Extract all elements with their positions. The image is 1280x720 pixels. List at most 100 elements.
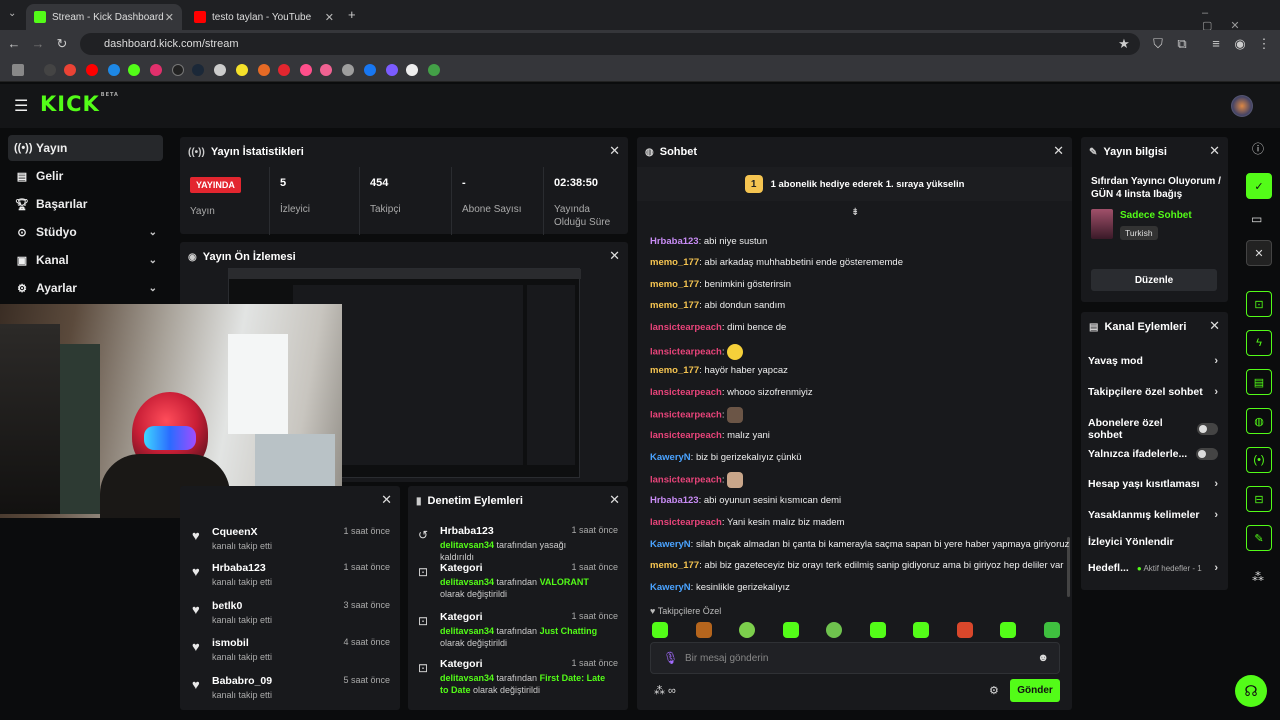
- action-account-age[interactable]: Hesap yaşı kısıtlaması ›: [1088, 478, 1218, 490]
- emote-icon[interactable]: [652, 622, 668, 638]
- chat-username[interactable]: Hrbaba123: [650, 236, 699, 247]
- sub-gift-banner[interactable]: 1 1 abonelik hediye ederek 1. sıraya yük…: [637, 167, 1072, 201]
- bookmark-icon[interactable]: [386, 64, 398, 76]
- sidebar-item-kanal[interactable]: ▣ Kanal ⌄: [8, 247, 163, 273]
- hamburger-icon[interactable]: ☰: [14, 96, 28, 116]
- bookmark-icon[interactable]: [128, 64, 140, 76]
- bookmark-star-icon[interactable]: ★: [1116, 36, 1132, 52]
- toolbar-lightning-button[interactable]: ϟ: [1246, 330, 1272, 356]
- chat-username[interactable]: lansictearpeach: [650, 517, 722, 528]
- close-icon[interactable]: ✕: [609, 143, 620, 159]
- bookmark-icon[interactable]: [300, 64, 312, 76]
- chat-username[interactable]: memo_177: [650, 560, 699, 571]
- bookmark-icon[interactable]: [214, 64, 226, 76]
- action-emotes-only[interactable]: Yalnızca ifadelerle...: [1088, 448, 1218, 460]
- chat-input[interactable]: 🎙︎ Bir mesaj gönderin ☻: [650, 642, 1060, 674]
- emote-icon[interactable]: [826, 622, 842, 638]
- mod-actor[interactable]: delitavsan34: [440, 577, 494, 587]
- microphone-icon[interactable]: 🎙︎: [663, 651, 678, 665]
- tab-search-icon[interactable]: ⌄: [8, 8, 16, 19]
- bookmark-icon[interactable]: [406, 64, 418, 76]
- bookmark-icon[interactable]: [192, 64, 204, 76]
- action-banned-words[interactable]: Yasaklanmış kelimeler ›: [1088, 509, 1218, 521]
- emote-icon[interactable]: [696, 622, 712, 638]
- chat-username[interactable]: lansictearpeach: [650, 387, 722, 398]
- extensions-icon[interactable]: ⧉: [1174, 36, 1190, 52]
- bookmark-icon[interactable]: [44, 64, 56, 76]
- toolbar-stats-button[interactable]: ⊡: [1246, 291, 1272, 317]
- back-icon[interactable]: ←: [6, 36, 22, 51]
- chat-username[interactable]: Hrbaba123: [650, 495, 699, 506]
- apps-icon[interactable]: [12, 64, 24, 76]
- bookmark-icon[interactable]: [428, 64, 440, 76]
- subscribers-only-toggle[interactable]: [1196, 423, 1218, 435]
- chat-username[interactable]: memo_177: [650, 257, 699, 268]
- bookmark-icon[interactable]: [258, 64, 270, 76]
- mod-actor[interactable]: delitavsan34: [440, 673, 494, 683]
- chat-username[interactable]: KaweryN: [650, 539, 691, 550]
- new-tab-icon[interactable]: +: [348, 7, 356, 22]
- avatar[interactable]: [1231, 95, 1253, 117]
- sidebar-item-studyo[interactable]: ⊙ Stüdyo ⌄: [8, 219, 163, 245]
- action-subscribers-only[interactable]: Abonelere özel sohbet: [1088, 417, 1218, 441]
- close-tab-icon[interactable]: ✕: [165, 11, 174, 24]
- profile-icon[interactable]: ◉: [1232, 36, 1248, 52]
- emote-icon[interactable]: [1000, 622, 1016, 638]
- toolbar-chat-button[interactable]: ◍: [1246, 408, 1272, 434]
- chat-settings-icon[interactable]: ⚙: [989, 684, 999, 697]
- mod-actor[interactable]: delitavsan34: [440, 626, 494, 636]
- bookmark-icon[interactable]: [86, 64, 98, 76]
- close-icon[interactable]: ✕: [1209, 318, 1220, 334]
- reload-icon[interactable]: ↻: [54, 36, 70, 52]
- toolbar-notes-button[interactable]: ▤: [1246, 369, 1272, 395]
- bookmark-icon[interactable]: [108, 64, 120, 76]
- chat-username[interactable]: KaweryN: [650, 582, 691, 593]
- toolbar-wrench-button[interactable]: ✎: [1246, 525, 1272, 551]
- action-host-viewers[interactable]: İzleyici Yönlendir: [1088, 536, 1218, 548]
- close-tab-icon[interactable]: ✕: [325, 11, 334, 24]
- action-slow-mode[interactable]: Yavaş mod ›: [1088, 355, 1218, 367]
- bookmark-icon[interactable]: [342, 64, 354, 76]
- emote-icon[interactable]: [1044, 622, 1060, 638]
- close-toolbar-button[interactable]: ✕: [1246, 240, 1272, 266]
- edit-button[interactable]: Düzenle: [1091, 269, 1217, 291]
- sidebar-item-gelir[interactable]: ▤ Gelir: [8, 163, 163, 189]
- chat-username[interactable]: memo_177: [650, 300, 699, 311]
- kick-logo[interactable]: KICKBETA: [40, 92, 119, 116]
- check-button[interactable]: ✓: [1246, 173, 1272, 199]
- bookmark-icon[interactable]: [364, 64, 376, 76]
- more-icon[interactable]: ⁂: [1252, 570, 1264, 584]
- bookmark-icon[interactable]: [320, 64, 332, 76]
- info-icon[interactable]: ⓘ: [1252, 140, 1264, 157]
- forward-icon[interactable]: →: [30, 36, 46, 51]
- layout-icon[interactable]: ▭: [1251, 212, 1262, 226]
- chat-username[interactable]: lansictearpeach: [650, 347, 722, 358]
- sidebar-item-yayin[interactable]: ((•)) Yayın: [8, 135, 163, 161]
- chat-username[interactable]: lansictearpeach: [650, 410, 722, 421]
- emote-icon[interactable]: [957, 622, 973, 638]
- chat-username[interactable]: memo_177: [650, 365, 699, 376]
- shield-icon[interactable]: ⛉: [1150, 36, 1166, 52]
- sidebar-item-basarilar[interactable]: 🏆︎ Başarılar: [8, 191, 163, 217]
- media-icon[interactable]: ≡: [1208, 36, 1224, 51]
- chat-username[interactable]: lansictearpeach: [650, 430, 722, 441]
- window-controls[interactable]: –▢✕: [1202, 7, 1280, 32]
- toolbar-broadcast-button[interactable]: (•): [1246, 447, 1272, 473]
- scroll-down-icon[interactable]: ⇟: [851, 207, 859, 218]
- menu-icon[interactable]: ⋮: [1256, 36, 1272, 52]
- emotes-only-toggle[interactable]: [1196, 448, 1218, 460]
- emote-icon[interactable]: [870, 622, 886, 638]
- bookmark-icon[interactable]: [150, 64, 162, 76]
- sidebar-item-ayarlar[interactable]: ⚙ Ayarlar ⌄: [8, 275, 163, 301]
- close-icon[interactable]: ✕: [1209, 143, 1220, 159]
- bookmark-icon[interactable]: [64, 64, 76, 76]
- emote-icon[interactable]: [913, 622, 929, 638]
- bookmark-icon[interactable]: [278, 64, 290, 76]
- chat-username[interactable]: memo_177: [650, 279, 699, 290]
- url-field[interactable]: dashboard.kick.com/stream: [80, 33, 1140, 55]
- emote-icon[interactable]: [739, 622, 755, 638]
- send-button[interactable]: Gönder: [1010, 679, 1060, 702]
- category-name[interactable]: Sadece Sohbet: [1120, 210, 1192, 221]
- tab-kick-dashboard[interactable]: Stream - Kick Dashboard ✕: [26, 4, 182, 30]
- chat-username[interactable]: lansictearpeach: [650, 322, 722, 333]
